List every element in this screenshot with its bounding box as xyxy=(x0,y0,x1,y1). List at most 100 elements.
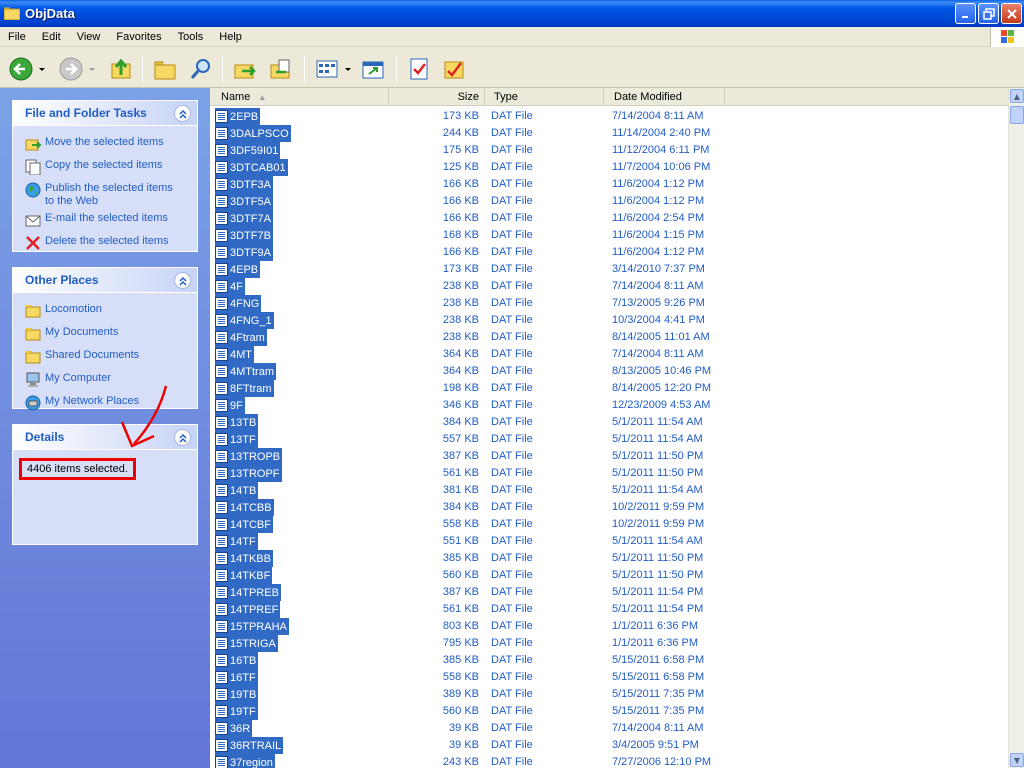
column-size[interactable]: Size xyxy=(389,88,485,106)
column-date-modified[interactable]: Date Modified xyxy=(604,88,725,106)
task-move[interactable]: Move the selected items xyxy=(13,136,197,152)
file-name-cell[interactable]: 3DTF5A xyxy=(215,193,273,210)
maximize-button[interactable] xyxy=(978,3,999,24)
back-icon[interactable] xyxy=(8,56,34,82)
file-row[interactable]: 3DTCAB01 125 KB DAT File 11/7/2004 10:06 PM xyxy=(210,159,1008,176)
file-row[interactable]: 14TKBF 560 KB DAT File 5/1/2011 11:50 PM xyxy=(210,567,1008,584)
menu-tools[interactable]: Tools xyxy=(170,31,212,43)
file-row[interactable]: 4F 238 KB DAT File 7/14/2004 8:11 AM xyxy=(210,278,1008,295)
menu-help[interactable]: Help xyxy=(211,31,250,43)
task-publish[interactable]: Publish the selected items to the Web xyxy=(13,182,197,208)
file-name-cell[interactable]: 3DTF7A xyxy=(215,210,273,227)
folders-icon[interactable] xyxy=(152,56,178,82)
file-row[interactable]: 14TKBB 385 KB DAT File 5/1/2011 11:50 PM xyxy=(210,550,1008,567)
file-row[interactable]: 2EPB 173 KB DAT File 7/14/2004 8:11 AM xyxy=(210,108,1008,125)
file-row[interactable]: 14TCBB 384 KB DAT File 10/2/2011 9:59 PM xyxy=(210,499,1008,516)
file-name-cell[interactable]: 8FTtram xyxy=(215,380,274,397)
file-name-cell[interactable]: 15TRIGA xyxy=(215,635,278,652)
menu-favorites[interactable]: Favorites xyxy=(108,31,169,43)
file-row[interactable]: 14TF 551 KB DAT File 5/1/2011 11:54 AM xyxy=(210,533,1008,550)
file-name-cell[interactable]: 14TCBF xyxy=(215,516,273,533)
file-name-cell[interactable]: 4MT xyxy=(215,346,254,363)
file-name-cell[interactable]: 19TB xyxy=(215,686,259,703)
file-row[interactable]: 15TPRAHA 803 KB DAT File 1/1/2011 6:36 PM xyxy=(210,618,1008,635)
file-row[interactable]: 14TCBF 558 KB DAT File 10/2/2011 9:59 PM xyxy=(210,516,1008,533)
file-name-cell[interactable]: 4Ftram xyxy=(215,329,267,346)
file-row[interactable]: 36R 39 KB DAT File 7/14/2004 8:11 AM xyxy=(210,720,1008,737)
file-row[interactable]: 3DTF5A 166 KB DAT File 11/6/2004 1:12 PM xyxy=(210,193,1008,210)
file-row[interactable]: 4FNG 238 KB DAT File 7/13/2005 9:26 PM xyxy=(210,295,1008,312)
file-name-cell[interactable]: 13TB xyxy=(215,414,259,431)
file-name-cell[interactable]: 14TB xyxy=(215,482,259,499)
file-name-cell[interactable]: 14TKBF xyxy=(215,567,273,584)
panel-header[interactable]: File and Folder Tasks xyxy=(13,101,197,126)
file-row[interactable]: 15TRIGA 795 KB DAT File 1/1/2011 6:36 PM xyxy=(210,635,1008,652)
file-row[interactable]: 8FTtram 198 KB DAT File 8/14/2005 12:20 PM xyxy=(210,380,1008,397)
back-dropdown-icon[interactable] xyxy=(36,56,48,82)
file-row[interactable]: 4MT 364 KB DAT File 7/14/2004 8:11 AM xyxy=(210,346,1008,363)
file-name-cell[interactable]: 4FNG_1 xyxy=(215,312,274,329)
title-bar[interactable]: ObjData xyxy=(0,0,1024,27)
close-button[interactable] xyxy=(1001,3,1022,24)
views-dropdown-icon[interactable] xyxy=(342,56,354,82)
file-name-cell[interactable]: 4F xyxy=(215,278,245,295)
favorites-icon[interactable] xyxy=(442,56,468,82)
file-name-cell[interactable]: 36RTRAIL xyxy=(215,737,284,754)
file-row[interactable]: 13TF 557 KB DAT File 5/1/2011 11:54 AM xyxy=(210,431,1008,448)
column-name[interactable]: Name ▲ xyxy=(210,88,389,106)
scroll-up-button[interactable]: ▲ xyxy=(1010,89,1024,103)
collapse-icon[interactable] xyxy=(174,105,191,122)
file-name-cell[interactable]: 3DTF9A xyxy=(215,244,273,261)
forward-dropdown-icon[interactable] xyxy=(86,56,98,82)
file-row[interactable]: 3DF59I01 175 KB DAT File 11/12/2004 6:11 PM xyxy=(210,142,1008,159)
place-shared-documents[interactable]: Shared Documents xyxy=(13,349,197,365)
file-name-cell[interactable]: 13TROPF xyxy=(215,465,282,482)
search-icon[interactable] xyxy=(188,56,214,82)
menu-view[interactable]: View xyxy=(69,31,109,43)
vertical-scrollbar[interactable]: ▲ ▼ xyxy=(1008,88,1024,768)
column-type[interactable]: Type xyxy=(485,88,604,106)
file-row[interactable]: 16TF 558 KB DAT File 5/15/2011 6:58 PM xyxy=(210,669,1008,686)
file-name-cell[interactable]: 36R xyxy=(215,720,253,737)
file-row[interactable]: 14TPREB 387 KB DAT File 5/1/2011 11:54 PM xyxy=(210,584,1008,601)
file-row[interactable]: 3DTF9A 166 KB DAT File 11/6/2004 1:12 PM xyxy=(210,244,1008,261)
file-row[interactable]: 14TPREF 561 KB DAT File 5/1/2011 11:54 PM xyxy=(210,601,1008,618)
minimize-button[interactable] xyxy=(955,3,976,24)
file-name-cell[interactable]: 4FNG xyxy=(215,295,262,312)
file-name-cell[interactable]: 9F xyxy=(215,397,245,414)
move-to-icon[interactable] xyxy=(232,56,258,82)
file-name-cell[interactable]: 16TB xyxy=(215,652,259,669)
file-row[interactable]: 3DTF7B 168 KB DAT File 11/6/2004 1:15 PM xyxy=(210,227,1008,244)
file-row[interactable]: 4FNG_1 238 KB DAT File 10/3/2004 4:41 PM xyxy=(210,312,1008,329)
task-delete[interactable]: Delete the selected items xyxy=(13,235,197,251)
file-row[interactable]: 4MTtram 364 KB DAT File 8/13/2005 10:46 PM xyxy=(210,363,1008,380)
collapse-icon[interactable] xyxy=(174,272,191,289)
file-name-cell[interactable]: 14TPREB xyxy=(215,584,281,601)
file-name-cell[interactable]: 4MTtram xyxy=(215,363,276,380)
forward-icon[interactable] xyxy=(58,56,84,82)
file-name-cell[interactable]: 3DTF3A xyxy=(215,176,273,193)
file-name-cell[interactable]: 13TF xyxy=(215,431,258,448)
file-name-cell[interactable]: 2EPB xyxy=(215,108,261,125)
file-row[interactable]: 36RTRAIL 39 KB DAT File 3/4/2005 9:51 PM xyxy=(210,737,1008,754)
file-name-cell[interactable]: 3DTCAB01 xyxy=(215,159,288,176)
file-name-cell[interactable]: 14TF xyxy=(215,533,258,550)
file-name-cell[interactable]: 14TPREF xyxy=(215,601,281,618)
views-icon[interactable] xyxy=(314,56,340,82)
file-name-cell[interactable]: 19TF xyxy=(215,703,258,720)
scroll-down-button[interactable]: ▼ xyxy=(1010,753,1024,767)
properties-icon[interactable] xyxy=(406,56,432,82)
file-name-cell[interactable]: 37region xyxy=(215,754,275,768)
file-row[interactable]: 37region 243 KB DAT File 7/27/2006 12:10 PM xyxy=(210,754,1008,768)
up-folder-icon[interactable] xyxy=(108,56,134,82)
file-name-cell[interactable]: 15TPRAHA xyxy=(215,618,289,635)
scroll-thumb[interactable] xyxy=(1010,106,1024,124)
file-row[interactable]: 3DTF7A 166 KB DAT File 11/6/2004 2:54 PM xyxy=(210,210,1008,227)
file-row[interactable]: 16TB 385 KB DAT File 5/15/2011 6:58 PM xyxy=(210,652,1008,669)
menu-edit[interactable]: Edit xyxy=(34,31,69,43)
file-row[interactable]: 14TB 381 KB DAT File 5/1/2011 11:54 AM xyxy=(210,482,1008,499)
file-row[interactable]: 13TB 384 KB DAT File 5/1/2011 11:54 AM xyxy=(210,414,1008,431)
file-row[interactable]: 13TROPB 387 KB DAT File 5/1/2011 11:50 PM xyxy=(210,448,1008,465)
file-name-cell[interactable]: 3DALPSCO xyxy=(215,125,291,142)
place-locomotion[interactable]: Locomotion xyxy=(13,303,197,319)
